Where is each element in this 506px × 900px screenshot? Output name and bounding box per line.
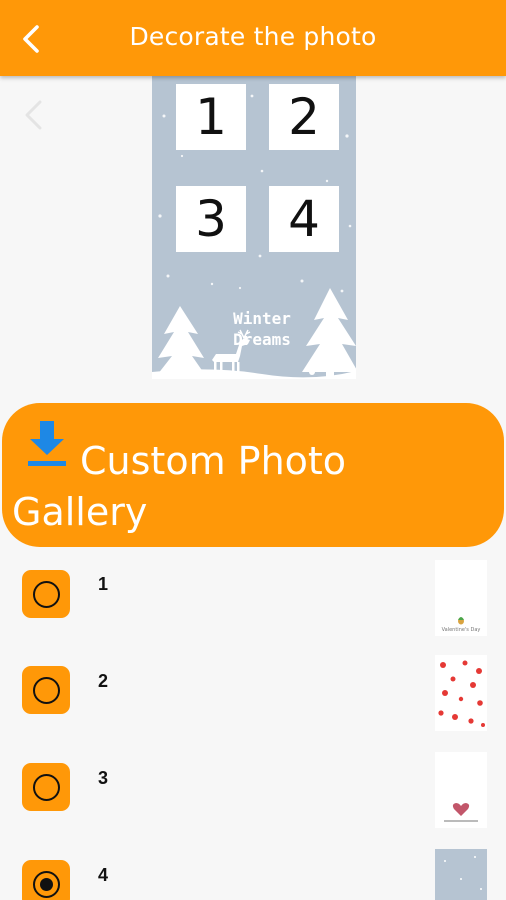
option-label-1: 1	[98, 574, 109, 594]
option-label-3: 3	[98, 768, 109, 788]
photo-slot-4[interactable]: 4	[269, 186, 339, 252]
winter-thumb	[444, 856, 482, 890]
option-label-2: 2	[98, 671, 109, 691]
custom-gallery-label: Custom Photo Gallery	[12, 439, 347, 534]
custom-gallery-button[interactable]: Custom Photo Gallery	[2, 403, 504, 547]
option-thumbnail-3	[435, 752, 487, 828]
photo-slot-3[interactable]: 3	[176, 186, 246, 252]
preview-prev-icon[interactable]	[20, 98, 46, 132]
option-label-4: 4	[98, 865, 109, 885]
radio-button-4[interactable]	[22, 860, 70, 900]
option-thumbnail-1: Valentine's Day	[435, 560, 487, 636]
option-row-3[interactable]: 3	[0, 752, 506, 848]
template-preview: 1 2 3 4 Winter Dreams	[152, 76, 356, 379]
radio-ring	[32, 580, 60, 608]
valentine-thumb: Valentine's Day	[442, 617, 481, 633]
radio-selected-dot	[39, 877, 53, 891]
page-title: Decorate the photo	[129, 22, 377, 51]
hearts-thumb	[438, 660, 485, 727]
radio-button-1[interactable]	[22, 570, 70, 618]
radio-ring	[32, 870, 60, 898]
option-thumbnail-4	[435, 849, 487, 900]
template-caption: Winter Dreams	[222, 308, 302, 350]
app-bar: Decorate the photo	[0, 0, 506, 76]
option-row-1[interactable]: 1 Valentine's Day	[0, 558, 506, 654]
radio-ring	[32, 676, 60, 704]
photo-slot-1[interactable]: 1	[176, 84, 246, 150]
radio-button-3[interactable]	[22, 763, 70, 811]
template-caption-line2: Dreams	[233, 330, 291, 349]
heart-thumb	[444, 803, 478, 822]
radio-ring	[32, 773, 60, 801]
option-row-4[interactable]: 4	[0, 849, 506, 900]
radio-button-2[interactable]	[22, 666, 70, 714]
thumbnail-caption-1: Valentine's Day	[442, 627, 481, 633]
template-caption-line1: Winter	[233, 309, 291, 328]
option-row-2[interactable]: 2	[0, 655, 506, 751]
photo-slot-2[interactable]: 2	[269, 84, 339, 150]
option-thumbnail-2	[435, 655, 487, 731]
